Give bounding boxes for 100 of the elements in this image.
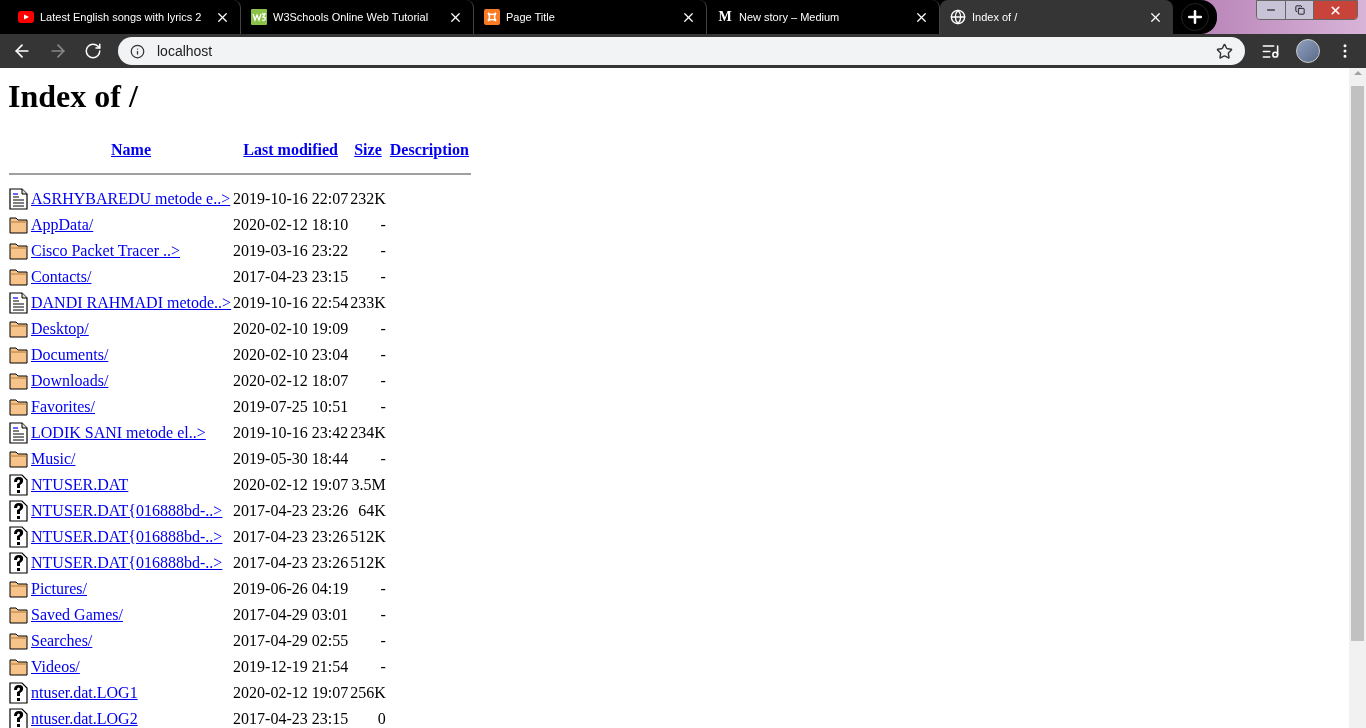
browser-tab[interactable]: Index of / bbox=[940, 0, 1173, 34]
file-link[interactable]: NTUSER.DAT bbox=[31, 476, 129, 493]
modified-date: 2017-04-29 03:01 bbox=[233, 606, 349, 623]
file-size: 234K bbox=[350, 424, 386, 441]
folder-icon bbox=[9, 396, 29, 416]
reload-button[interactable] bbox=[84, 42, 102, 60]
modified-date: 2020-02-10 19:09 bbox=[233, 320, 349, 337]
file-link[interactable]: Favorites/ bbox=[31, 398, 95, 415]
text-document-icon bbox=[9, 188, 29, 210]
file-link[interactable]: Videos/ bbox=[31, 658, 80, 675]
file-link[interactable]: NTUSER.DAT{016888bd-..> bbox=[31, 528, 223, 545]
file-link[interactable]: Cisco Packet Tracer ..> bbox=[31, 242, 180, 259]
unknown-file-icon bbox=[9, 474, 29, 496]
file-link[interactable]: LODIK SANI metode el..> bbox=[31, 424, 206, 441]
modified-date: 2017-04-23 23:15 bbox=[233, 710, 349, 727]
modified-date: 2020-02-12 18:10 bbox=[233, 216, 349, 233]
file-link[interactable]: Contacts/ bbox=[31, 268, 92, 285]
unknown-file-icon bbox=[9, 526, 29, 548]
address-bar[interactable]: localhost bbox=[118, 37, 1245, 65]
file-size: - bbox=[380, 372, 386, 389]
folder-icon bbox=[9, 344, 29, 364]
column-header-link[interactable]: Last modified bbox=[243, 141, 338, 158]
new-tab-button[interactable] bbox=[1181, 3, 1209, 31]
scrollbar[interactable] bbox=[1349, 68, 1366, 728]
file-link[interactable]: Pictures/ bbox=[31, 580, 87, 597]
restore-icon bbox=[1294, 5, 1305, 15]
modified-date: 2020-02-12 19:07 bbox=[233, 684, 349, 701]
file-size: 3.5M bbox=[351, 476, 386, 493]
file-link[interactable]: ntuser.dat.LOG1 bbox=[31, 684, 138, 701]
file-size: - bbox=[380, 268, 386, 285]
folder-icon bbox=[9, 214, 29, 234]
unknown-file-icon bbox=[9, 682, 29, 704]
close-window-button[interactable] bbox=[1313, 1, 1357, 19]
file-size: - bbox=[380, 346, 386, 363]
file-link[interactable]: Documents/ bbox=[31, 346, 109, 363]
file-link[interactable]: NTUSER.DAT{016888bd-..> bbox=[31, 502, 223, 519]
site-logo-icon bbox=[484, 9, 500, 25]
file-size: - bbox=[380, 216, 386, 233]
file-size: - bbox=[380, 580, 386, 597]
bookmark-star-icon[interactable] bbox=[1216, 42, 1233, 60]
modified-date: 2019-10-16 22:54 bbox=[233, 294, 349, 311]
file-link[interactable]: Searches/ bbox=[31, 632, 93, 649]
text-document-icon bbox=[9, 292, 29, 314]
folder-icon bbox=[9, 604, 29, 624]
file-link[interactable]: ntuser.dat.LOG2 bbox=[31, 710, 138, 727]
file-size: - bbox=[380, 450, 386, 467]
info-icon[interactable] bbox=[130, 43, 145, 59]
file-link[interactable]: AppData/ bbox=[31, 216, 94, 233]
page-heading: Index of / bbox=[8, 78, 138, 114]
video-play-icon bbox=[18, 11, 34, 23]
minimize-button[interactable] bbox=[1257, 1, 1285, 19]
tab-title: Latest English songs with lyrics 2 bbox=[40, 9, 203, 25]
modified-date: 2019-12-19 21:54 bbox=[233, 658, 349, 675]
file-size: 232K bbox=[350, 190, 386, 207]
file-link[interactable]: NTUSER.DAT{016888bd-..> bbox=[31, 554, 223, 571]
column-header-link[interactable]: Size bbox=[354, 141, 382, 158]
file-size: 256K bbox=[350, 684, 386, 701]
folder-icon bbox=[9, 266, 29, 286]
folder-icon bbox=[9, 578, 29, 598]
modified-date: 2020-02-12 18:07 bbox=[233, 372, 349, 389]
tab-title: Index of / bbox=[972, 9, 1019, 25]
file-link[interactable]: ASRHYBAREDU metode e..> bbox=[31, 190, 231, 207]
column-header-link[interactable]: Description bbox=[389, 141, 469, 158]
modified-date: 2019-07-25 10:51 bbox=[233, 398, 349, 415]
folder-icon bbox=[9, 370, 29, 390]
modified-date: 2019-03-16 23:22 bbox=[233, 242, 349, 259]
site-logo-icon bbox=[251, 9, 267, 25]
url-text: localhost bbox=[157, 41, 214, 61]
file-link[interactable]: Saved Games/ bbox=[31, 606, 123, 623]
modified-date: 2020-02-12 19:07 bbox=[233, 476, 349, 493]
modified-date: 2017-04-23 23:15 bbox=[233, 268, 349, 285]
file-size: 512K bbox=[350, 554, 386, 571]
modified-date: 2019-06-26 04:19 bbox=[233, 580, 349, 597]
modified-date: 2017-04-29 02:55 bbox=[233, 632, 349, 649]
file-size: - bbox=[380, 632, 386, 649]
modified-date: 2019-10-16 23:42 bbox=[233, 424, 349, 441]
file-link[interactable]: Desktop/ bbox=[31, 320, 89, 337]
restore-button[interactable] bbox=[1285, 1, 1313, 19]
file-size: 64K bbox=[358, 502, 386, 519]
plus-icon bbox=[1185, 7, 1205, 27]
modified-date: 2017-04-23 23:26 bbox=[233, 528, 349, 545]
file-size: - bbox=[380, 606, 386, 623]
file-link[interactable]: Music/ bbox=[31, 450, 76, 467]
folder-icon bbox=[9, 318, 29, 338]
file-link[interactable]: DANDI RAHMADI metode..> bbox=[31, 294, 232, 311]
text-document-icon bbox=[9, 422, 29, 444]
folder-icon bbox=[9, 656, 29, 676]
column-header-link[interactable]: Name bbox=[111, 141, 152, 158]
modified-date: 2019-10-16 22:07 bbox=[233, 190, 349, 207]
file-link[interactable]: Downloads/ bbox=[31, 372, 109, 389]
modified-date: 2020-02-10 23:04 bbox=[233, 346, 349, 363]
tab-title: Page Title bbox=[506, 9, 556, 25]
file-size: 233K bbox=[350, 294, 386, 311]
modified-date: 2017-04-23 23:26 bbox=[233, 554, 349, 571]
file-size: 0 bbox=[377, 710, 386, 727]
tab-title: W3Schools Online Web Tutorial bbox=[273, 9, 430, 25]
tab-title: New story – Medium bbox=[739, 9, 841, 25]
modified-date: 2017-04-23 23:26 bbox=[233, 502, 349, 519]
avatar[interactable] bbox=[1296, 39, 1320, 63]
file-size: - bbox=[380, 320, 386, 337]
